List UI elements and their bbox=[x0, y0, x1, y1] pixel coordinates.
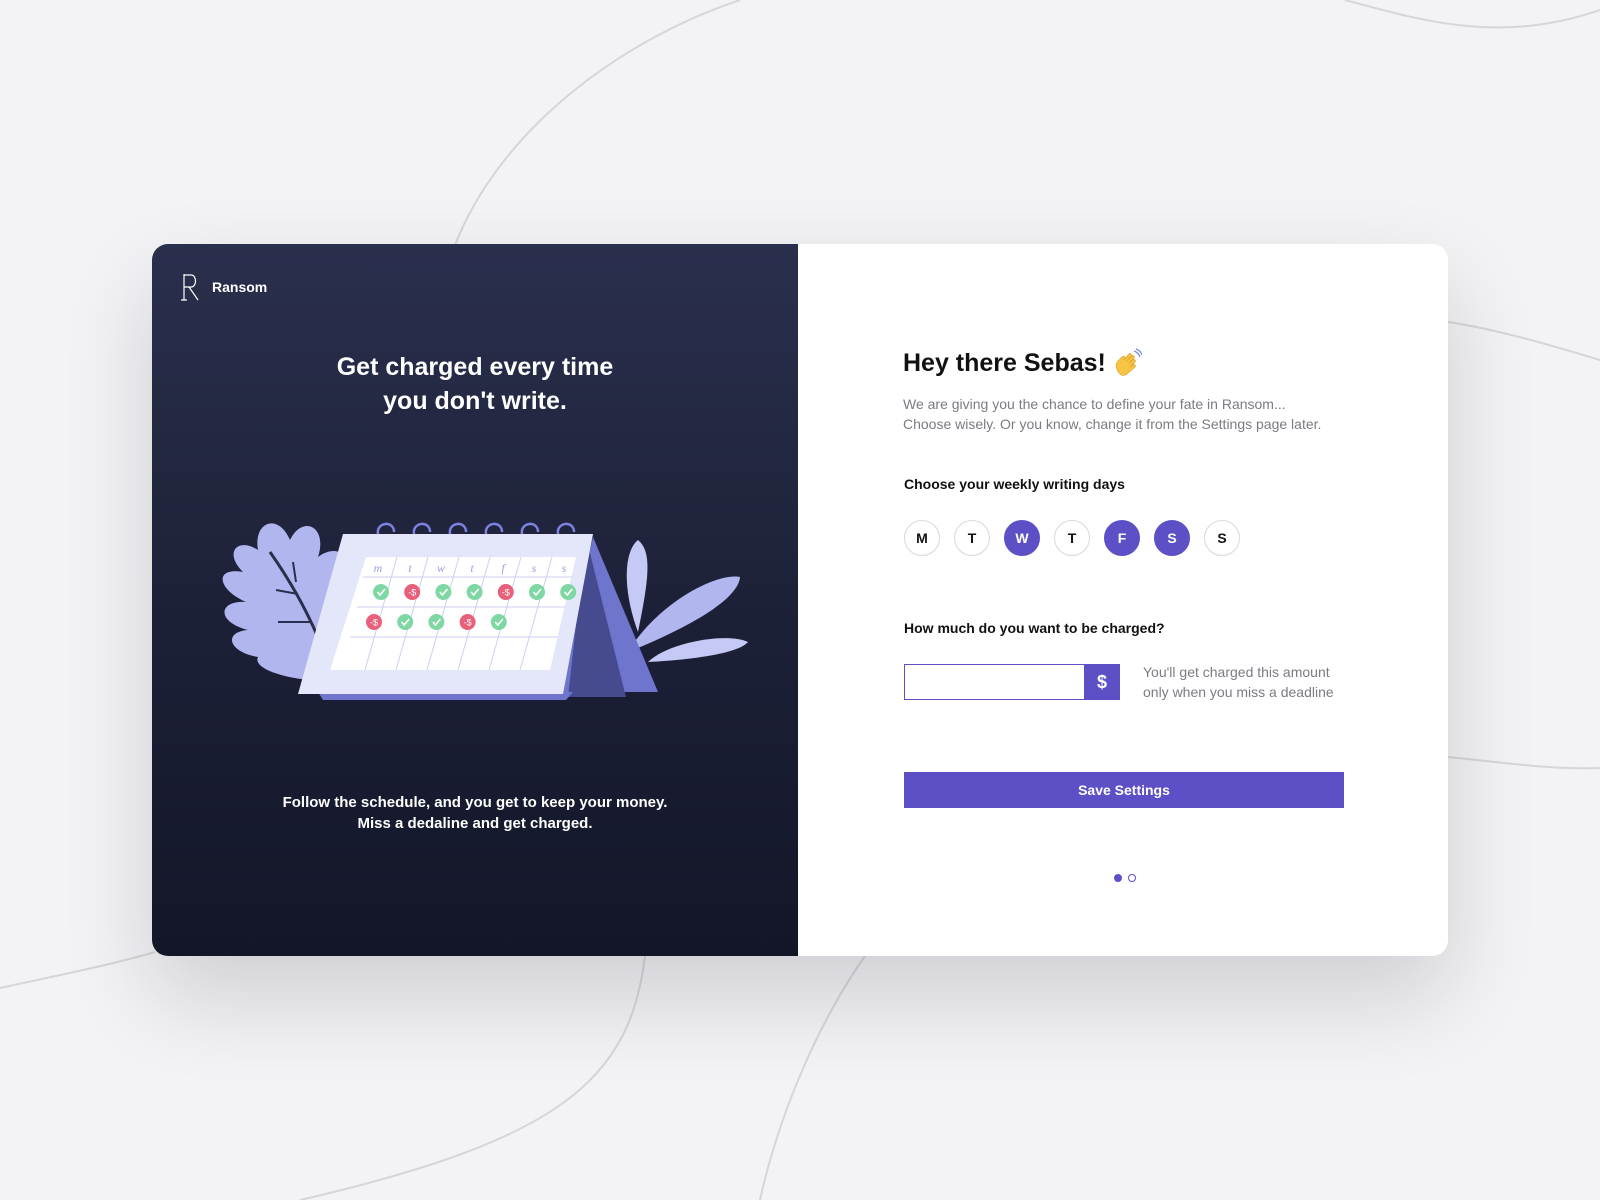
cal-letter-w: w bbox=[437, 561, 445, 575]
day-toggle-monday[interactable]: M bbox=[904, 520, 940, 556]
check-mark-icon bbox=[466, 584, 483, 600]
hint-line-2: only when you miss a deadline bbox=[1143, 684, 1334, 700]
dollar-icon: $ bbox=[1084, 664, 1120, 700]
pagination-dots bbox=[1114, 874, 1136, 882]
onboarding-card: Ransom Get charged every time you don't … bbox=[152, 244, 1448, 956]
calendar-illustration: m t w t f s s -$ -$-$ -$ bbox=[222, 522, 748, 700]
caption-line-2: Miss a dedaline and get charged. bbox=[357, 815, 593, 832]
cal-letter-m: m bbox=[374, 561, 383, 575]
page-dot-2[interactable] bbox=[1128, 874, 1136, 882]
cal-letter-s2: s bbox=[562, 561, 567, 575]
day-toggle-saturday[interactable]: S bbox=[1154, 520, 1190, 556]
subtitle-line-1: We are giving you the chance to define y… bbox=[903, 396, 1286, 412]
brand-name: Ransom bbox=[212, 279, 268, 295]
page-dot-1[interactable] bbox=[1114, 874, 1122, 882]
headline-line-2: you don't write. bbox=[383, 387, 567, 415]
caption-line-1: Follow the schedule, and you get to keep… bbox=[282, 794, 668, 811]
dollar-glyph: -$ bbox=[502, 588, 510, 598]
charge-amount-hint: You'll get charged this amount only when… bbox=[1143, 662, 1334, 702]
day-toggle-tuesday[interactable]: T bbox=[954, 520, 990, 556]
check-mark-icon bbox=[428, 614, 445, 630]
check-mark-icon bbox=[397, 614, 414, 630]
charge-amount-group: $ bbox=[904, 664, 1120, 700]
ransom-logo-icon bbox=[181, 274, 199, 301]
brand: Ransom bbox=[180, 272, 267, 302]
promo-headline: Get charged every time you don't write. bbox=[152, 350, 798, 418]
dollar-glyph: -$ bbox=[464, 618, 472, 628]
greeting-heading: Hey there Sebas! bbox=[903, 348, 1142, 378]
check-mark-icon bbox=[560, 584, 577, 600]
check-mark-icon bbox=[373, 584, 389, 600]
hint-line-1: You'll get charged this amount bbox=[1143, 664, 1330, 680]
promo-panel: Ransom Get charged every time you don't … bbox=[152, 244, 798, 956]
day-toggle-friday[interactable]: F bbox=[1104, 520, 1140, 556]
writing-days-label: Choose your weekly writing days bbox=[904, 476, 1125, 492]
promo-caption: Follow the schedule, and you get to keep… bbox=[152, 792, 798, 834]
waving-hand-icon bbox=[1115, 348, 1142, 376]
charge-amount-input[interactable] bbox=[904, 664, 1084, 700]
day-toggle-sunday[interactable]: S bbox=[1204, 520, 1240, 556]
greeting-text: Hey there Sebas! bbox=[903, 348, 1106, 377]
settings-panel: Hey there Sebas! We are giving you the c… bbox=[798, 244, 1448, 956]
subtitle-line-2: Choose wisely. Or you know, change it fr… bbox=[903, 416, 1322, 432]
dollar-glyph: -$ bbox=[370, 618, 378, 628]
day-toggle-wednesday[interactable]: W bbox=[1004, 520, 1040, 556]
charge-amount-label: How much do you want to be charged? bbox=[904, 620, 1165, 636]
headline-line-1: Get charged every time bbox=[336, 353, 614, 381]
check-mark-icon bbox=[490, 614, 507, 630]
save-settings-button[interactable]: Save Settings bbox=[904, 772, 1344, 808]
day-toggle-thursday[interactable]: T bbox=[1054, 520, 1090, 556]
greeting-subtitle: We are giving you the chance to define y… bbox=[903, 394, 1321, 434]
weekday-selector: M T W T F S S bbox=[904, 520, 1240, 556]
dollar-glyph: -$ bbox=[408, 588, 416, 598]
cal-letter-s1: s bbox=[532, 561, 537, 575]
check-mark-icon bbox=[435, 584, 452, 600]
check-mark-icon bbox=[529, 584, 545, 600]
